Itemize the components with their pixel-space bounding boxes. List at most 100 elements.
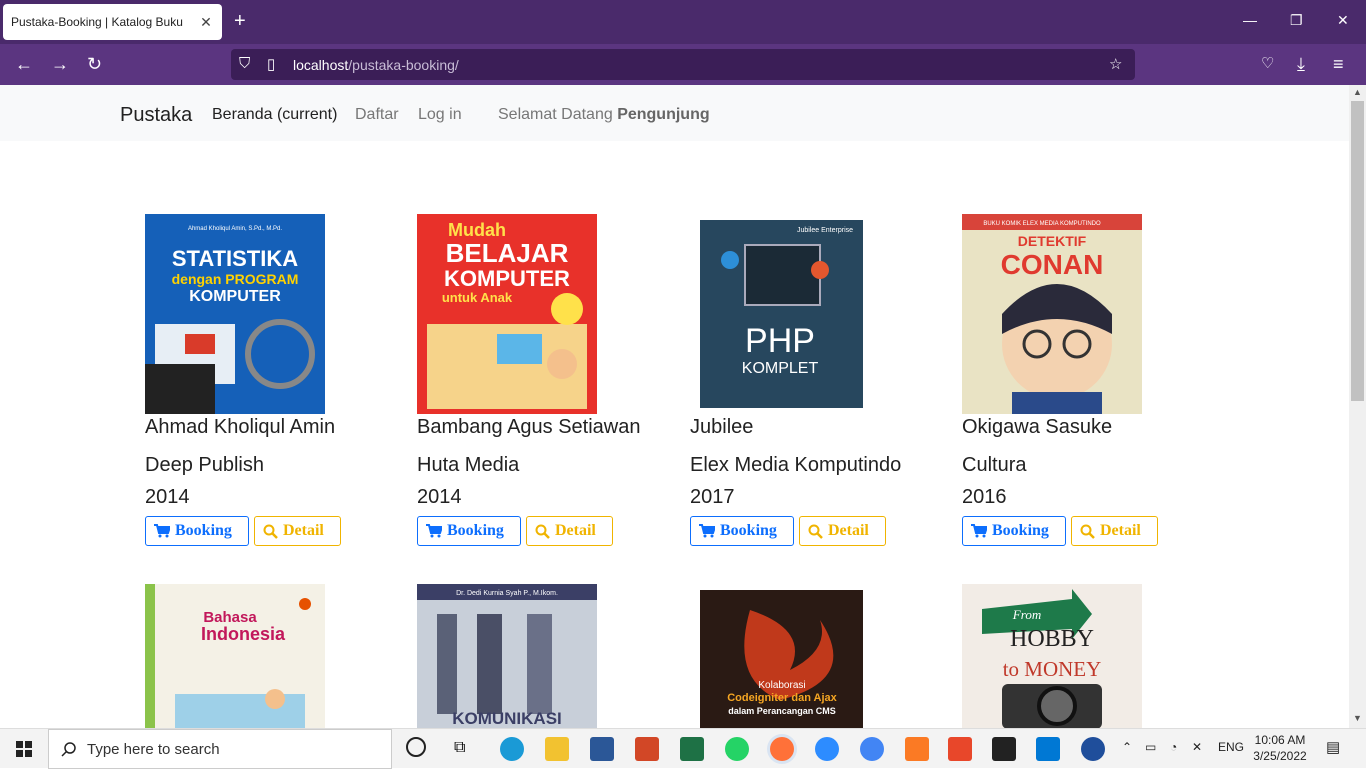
whatsapp-icon[interactable] <box>725 737 749 761</box>
bookmark-star-icon[interactable]: ☆ <box>1109 55 1122 73</box>
download-icon[interactable]: ⤓ <box>1297 54 1305 74</box>
cover-title: KOMUNIKASI <box>452 709 562 728</box>
cover-subtitle: Codeigniter dan Ajax <box>727 692 837 704</box>
forward-icon[interactable]: → <box>51 54 69 74</box>
cover-top: Mudah <box>448 220 506 240</box>
terminal-icon[interactable] <box>992 737 1016 761</box>
notification-icon[interactable]: ▤ <box>1326 738 1340 756</box>
wifi-icon[interactable]: ◔ <box>1170 740 1177 754</box>
scrollbar-thumb[interactable] <box>1351 101 1364 401</box>
detail-button[interactable]: Detail <box>254 516 341 546</box>
cover-title: PHP <box>745 322 815 360</box>
cover-author: Ahmad Kholiqul Amin, S.Pd., M.Pd. <box>188 226 282 232</box>
nav-home-link[interactable]: Beranda (current) <box>212 106 337 124</box>
xampp-icon[interactable] <box>905 737 929 761</box>
pdf-reader-icon[interactable] <box>948 737 972 761</box>
browser-tab[interactable]: Pustaka-Booking | Katalog Buku ✕ <box>3 4 222 40</box>
clock[interactable]: 10:06 AM 3/25/2022 <box>1250 732 1310 764</box>
site-brand[interactable]: Pustaka <box>120 104 192 127</box>
booking-button[interactable]: Booking <box>417 516 521 546</box>
cover-subtitle: CONAN <box>1001 249 1104 280</box>
cover-subtitle: KOMPLET <box>742 360 819 377</box>
file-explorer-icon[interactable] <box>545 737 569 761</box>
pocket-icon[interactable]: ♡ <box>1261 54 1274 74</box>
detail-button[interactable]: Detail <box>526 516 613 546</box>
booking-label: Booking <box>447 522 504 539</box>
booking-button[interactable]: Booking <box>145 516 249 546</box>
detail-button[interactable]: Detail <box>1071 516 1158 546</box>
booking-button[interactable]: Booking <box>690 516 794 546</box>
cover-subtitle: KOMPUTER <box>444 266 570 291</box>
book-year: 2014 <box>145 486 190 508</box>
tab-title: Pustaka-Booking | Katalog Buku <box>11 15 183 29</box>
page-viewport: Pustaka Beranda (current) Daftar Log in … <box>0 85 1349 728</box>
windows-start-icon[interactable] <box>16 741 32 757</box>
close-tab-icon[interactable]: ✕ <box>198 14 214 31</box>
book-cover[interactable]: Ahmad Kholiqul Amin, S.Pd., M.Pd. STATIS… <box>145 214 325 414</box>
cart-icon <box>971 524 987 538</box>
book-year: 2014 <box>417 486 462 508</box>
book-year: 2016 <box>962 486 1007 508</box>
vscode-icon[interactable] <box>1036 737 1060 761</box>
nav-login-link[interactable]: Log in <box>418 106 462 124</box>
book-cover[interactable]: From HOBBY to MONEY <box>962 584 1142 728</box>
cover-title: DETEKTIF <box>1018 233 1087 249</box>
restore-icon[interactable]: ❐ <box>1290 12 1303 29</box>
book-author: Okigawa Sasuke <box>962 416 1113 438</box>
cart-icon <box>154 524 170 538</box>
address-bar[interactable]: ⛉ ▯ localhost /pustaka-booking/ ☆ <box>231 49 1135 80</box>
network-tray-icon[interactable]: ▭ <box>1145 740 1156 754</box>
book-cover[interactable]: Kolaborasi Codeigniter dan Ajax dalam Pe… <box>700 590 863 728</box>
cover-subtitle: dengan PROGRAM <box>172 271 299 287</box>
search-icon <box>808 524 823 539</box>
chrome-icon[interactable] <box>860 737 884 761</box>
search-icon <box>1080 524 1095 539</box>
taskbar-search[interactable]: Type here to search <box>48 729 392 769</box>
shield-icon[interactable]: ⛉ <box>239 55 250 72</box>
detail-button[interactable]: Detail <box>799 516 886 546</box>
excel-icon[interactable] <box>680 737 704 761</box>
detail-label: Detail <box>283 522 324 539</box>
scroll-up-icon[interactable]: ▲ <box>1353 87 1362 97</box>
book-cover[interactable]: Mudah BELAJAR KOMPUTER untuk Anak <box>417 214 597 414</box>
page-icon: ▯ <box>267 56 276 73</box>
book-year: 2017 <box>690 486 735 508</box>
book-cover[interactable]: Dr. Dedi Kurnia Syah P., M.Ikom. KOMUNIK… <box>417 584 597 728</box>
menu-icon[interactable]: ≡ <box>1333 54 1344 74</box>
url-host: localhost <box>293 56 349 73</box>
cover-publisher: Jubilee Enterprise <box>797 227 853 234</box>
back-icon[interactable]: ← <box>15 54 33 74</box>
browser-toolbar: ← → ↻ ⛉ ▯ localhost /pustaka-booking/ ☆ … <box>0 44 1366 85</box>
page-scrollbar[interactable]: ▲ ▼ <box>1349 85 1366 728</box>
book-cover[interactable]: Jubilee Enterprise PHP KOMPLET <box>700 220 863 408</box>
cover-title: From <box>1012 607 1041 622</box>
scroll-down-icon[interactable]: ▼ <box>1353 713 1362 723</box>
booking-button[interactable]: Booking <box>962 516 1066 546</box>
chevron-up-icon[interactable]: ⌃ <box>1122 740 1132 754</box>
window-close-icon[interactable]: ✕ <box>1337 12 1349 29</box>
zoom-icon[interactable] <box>815 737 839 761</box>
cover-subtitle2: dalam Perancangan CMS <box>728 706 836 716</box>
browser-tabbar: Pustaka-Booking | Katalog Buku ✕ + — ❐ ✕ <box>0 0 1366 44</box>
new-tab-icon[interactable]: + <box>234 11 246 31</box>
cover-subtitle2: untuk Anak <box>442 290 513 305</box>
edge-icon[interactable] <box>500 737 524 761</box>
nav-register-link[interactable]: Daftar <box>355 106 399 124</box>
cortana-icon[interactable] <box>406 737 426 757</box>
app-icon[interactable] <box>1081 737 1105 761</box>
word-icon[interactable] <box>590 737 614 761</box>
book-author: Ahmad Kholiqul Amin <box>145 416 336 438</box>
cover-subtitle: Indonesia <box>201 624 286 644</box>
book-author: Jubilee <box>690 416 754 438</box>
minimize-icon[interactable]: — <box>1243 12 1257 28</box>
task-view-icon[interactable]: ⧉ <box>454 739 465 757</box>
book-cover[interactable]: Bahasa Indonesia <box>145 584 325 728</box>
book-publisher: Elex Media Komputindo <box>690 454 902 476</box>
powerpoint-icon[interactable] <box>635 737 659 761</box>
book-cover[interactable]: BUKU KOMIK ELEX MEDIA KOMPUTINDO DETEKTI… <box>962 214 1142 414</box>
detail-label: Detail <box>828 522 869 539</box>
reload-icon[interactable]: ↻ <box>87 54 102 74</box>
volume-mute-icon[interactable]: ✕ <box>1192 740 1202 754</box>
language-indicator[interactable]: ENG <box>1218 740 1244 754</box>
firefox-icon[interactable] <box>770 737 794 761</box>
